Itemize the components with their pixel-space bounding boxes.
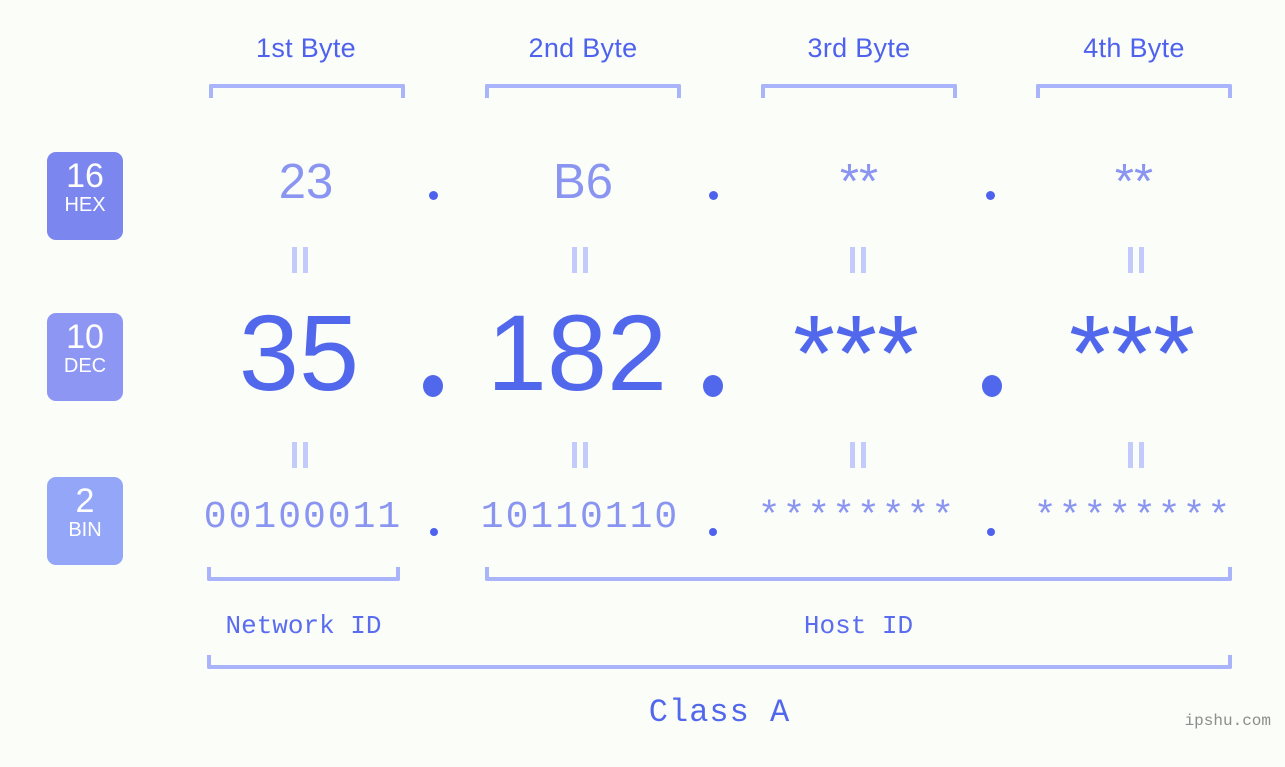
- equals-mark-hex-dec-4: [1128, 247, 1145, 273]
- equals-mark-dec-bin-1: [292, 442, 309, 468]
- bin-separator-dot-2: [709, 528, 717, 536]
- equals-mark-hex-dec-1: [292, 247, 309, 273]
- host-id-bracket: [485, 567, 1232, 581]
- bin-byte-3: ********: [757, 496, 957, 539]
- network-id-bracket: [207, 567, 400, 581]
- byte-bracket-3: [761, 84, 957, 98]
- class-label: Class A: [648, 694, 791, 731]
- byte-bracket-4: [1036, 84, 1232, 98]
- byte-header-label-2: 2nd Byte: [528, 33, 638, 63]
- byte-bracket-1: [209, 84, 405, 98]
- dec-separator-dot-2: [703, 375, 723, 397]
- byte-header-label-1: 1st Byte: [256, 33, 356, 63]
- dec-byte-3: ***: [792, 292, 920, 413]
- bin-separator-dot-1: [430, 528, 438, 536]
- base-badge-bin-number: 2: [75, 482, 95, 520]
- dec-byte-2: 182: [486, 292, 668, 413]
- equals-mark-dec-bin-4: [1128, 442, 1145, 468]
- dec-byte-4: ***: [1068, 292, 1196, 413]
- equals-mark-hex-dec-2: [572, 247, 589, 273]
- base-badge-hex-name: HEX: [64, 194, 106, 216]
- base-badge-bin-name: BIN: [68, 519, 102, 541]
- network-id-label: Network ID: [225, 611, 382, 641]
- bin-byte-4: ********: [1033, 496, 1233, 539]
- base-badge-dec-number: 10: [66, 318, 104, 356]
- bin-byte-1: 00100011: [203, 496, 403, 539]
- host-id-label: Host ID: [803, 611, 914, 641]
- base-badge-bin: 2 BIN: [47, 477, 123, 565]
- hex-byte-1: 23: [278, 155, 334, 209]
- base-badge-hex: 16 HEX: [47, 152, 123, 240]
- byte-header-label-3: 3rd Byte: [807, 33, 911, 63]
- equals-mark-hex-dec-3: [850, 247, 867, 273]
- hex-byte-2: B6: [553, 155, 613, 209]
- bin-byte-2: 10110110: [480, 496, 680, 539]
- dec-separator-dot-3: [982, 375, 1002, 397]
- class-bracket: [207, 655, 1232, 669]
- byte-header-label-4: 4th Byte: [1083, 33, 1185, 63]
- ip-breakdown-diagram: 1st Byte 2nd Byte 3rd Byte 4th Byte 16 H…: [0, 0, 1285, 767]
- hex-separator-dot-1: [429, 191, 438, 200]
- bin-separator-dot-3: [987, 528, 995, 536]
- hex-byte-3: **: [839, 155, 879, 209]
- hex-byte-4: **: [1114, 155, 1154, 209]
- base-badge-hex-number: 16: [66, 157, 104, 195]
- watermark: ipshu.com: [1184, 712, 1271, 730]
- byte-bracket-2: [485, 84, 681, 98]
- hex-separator-dot-3: [986, 191, 995, 200]
- equals-mark-dec-bin-2: [572, 442, 589, 468]
- dec-byte-1: 35: [238, 292, 360, 413]
- equals-mark-dec-bin-3: [850, 442, 867, 468]
- hex-separator-dot-2: [709, 191, 718, 200]
- base-badge-dec: 10 DEC: [47, 313, 123, 401]
- dec-separator-dot-1: [423, 375, 443, 397]
- base-badge-dec-name: DEC: [63, 355, 107, 377]
